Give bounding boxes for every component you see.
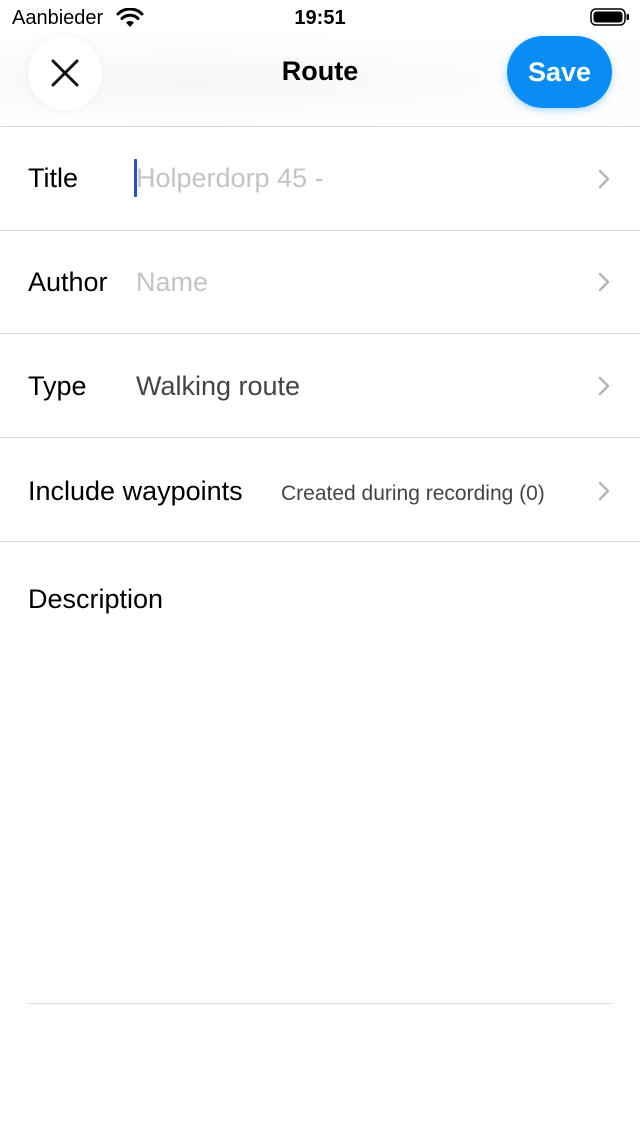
waypoints-row[interactable]: Include waypoints Created during recordi… (0, 438, 640, 542)
type-label: Type (28, 371, 87, 401)
description-textarea[interactable] (28, 630, 612, 1000)
type-value[interactable]: Walking route (136, 371, 300, 402)
navigation-header: Route Save (0, 36, 640, 126)
description-label: Description (28, 584, 164, 614)
author-row[interactable]: Author Name (0, 230, 640, 334)
battery-icon (590, 8, 629, 26)
chevron-right-icon (598, 481, 610, 501)
chevron-right-icon (598, 376, 610, 396)
author-label: Author (28, 267, 108, 297)
title-row[interactable]: Title Holperdorp 45 - (0, 127, 640, 231)
title-label: Title (28, 163, 79, 193)
waypoints-value[interactable]: Created during recording (0) (281, 482, 545, 506)
save-button[interactable]: Save (507, 36, 612, 108)
type-row[interactable]: Type Walking route (0, 334, 640, 438)
status-bar: Aanbieder 19:51 (0, 0, 640, 36)
author-input[interactable]: Name (136, 267, 208, 298)
chevron-right-icon (598, 169, 610, 189)
waypoints-label: Include waypoints (28, 476, 243, 506)
title-input[interactable]: Holperdorp 45 - (136, 163, 324, 194)
description-divider (28, 1003, 612, 1004)
status-time: 19:51 (294, 7, 346, 29)
chevron-right-icon (598, 272, 610, 292)
